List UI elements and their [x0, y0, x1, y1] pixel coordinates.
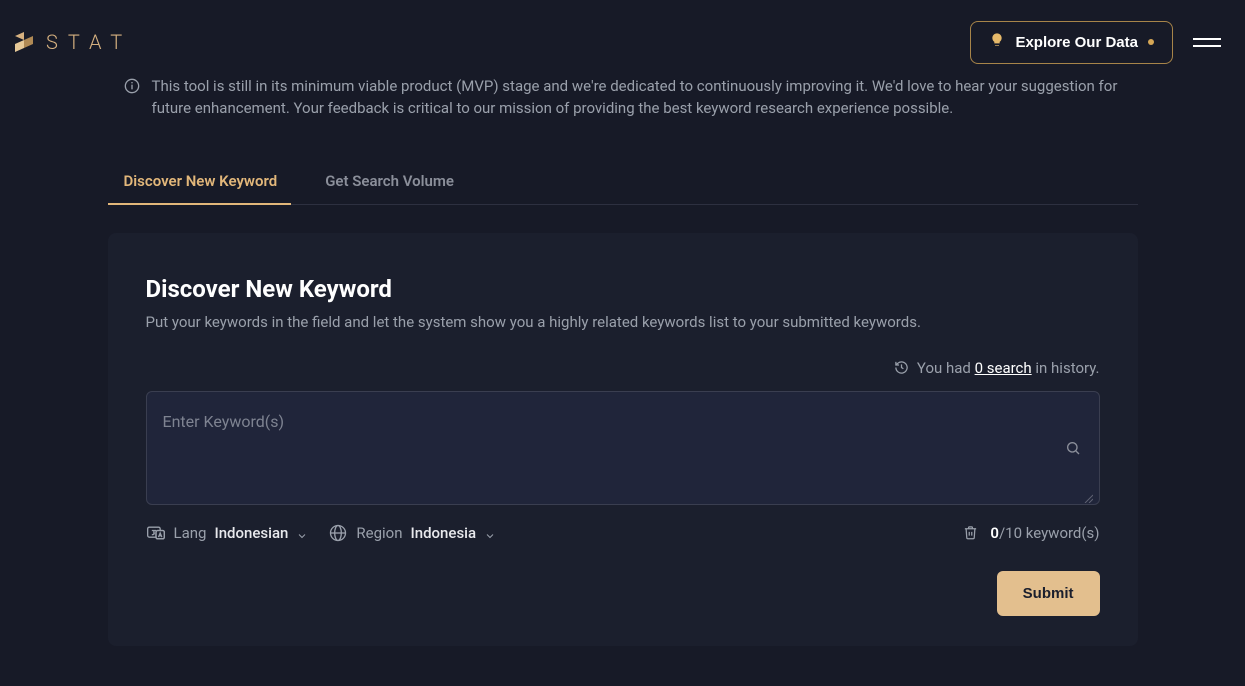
- lang-label: Lang: [174, 524, 207, 542]
- panel-description: Put your keywords in the field and let t…: [146, 313, 1100, 331]
- controls-left: Lang Indonesian Region I: [146, 523, 495, 543]
- explore-data-button[interactable]: Explore Our Data: [970, 21, 1173, 64]
- tab-volume-label: Get Search Volume: [325, 172, 454, 190]
- language-icon: [146, 523, 166, 543]
- history-row: You had 0 search in history.: [146, 359, 1100, 377]
- history-prefix: You had: [917, 359, 975, 377]
- notification-dot-icon: [1148, 39, 1154, 45]
- tab-search-volume[interactable]: Get Search Volume: [325, 160, 454, 204]
- keyword-input-wrap: [146, 391, 1100, 505]
- lang-value: Indonesian: [214, 524, 288, 542]
- explore-data-label: Explore Our Data: [1015, 34, 1138, 51]
- keyword-count: 0/10 keyword(s): [990, 524, 1099, 542]
- discover-panel: Discover New Keyword Put your keywords i…: [108, 233, 1138, 646]
- history-icon: [894, 360, 909, 375]
- controls-row: Lang Indonesian Region I: [146, 523, 1100, 543]
- chevron-down-icon: [296, 528, 306, 538]
- history-suffix: in history.: [1032, 359, 1100, 377]
- submit-button[interactable]: Submit: [997, 571, 1100, 616]
- brand-text: STAT: [46, 30, 132, 54]
- history-link[interactable]: 0 search: [975, 359, 1032, 377]
- mvp-notice: This tool is still in its minimum viable…: [108, 60, 1138, 120]
- search-icon: [1065, 440, 1081, 456]
- menu-button[interactable]: [1193, 38, 1221, 47]
- header-right: Explore Our Data: [970, 21, 1221, 64]
- logo-mark-icon: [12, 30, 36, 54]
- controls-right: 0/10 keyword(s): [963, 524, 1099, 542]
- tab-discover-keyword[interactable]: Discover New Keyword: [124, 160, 278, 204]
- notice-text: This tool is still in its minimum viable…: [152, 76, 1138, 120]
- count-max: /10 keyword(s): [999, 524, 1100, 542]
- globe-icon: [328, 523, 348, 543]
- panel-title: Discover New Keyword: [146, 275, 1100, 303]
- keyword-input[interactable]: [147, 392, 1099, 500]
- region-selector[interactable]: Region Indonesia: [328, 523, 494, 543]
- region-value: Indonesia: [411, 524, 477, 542]
- clear-button[interactable]: [963, 525, 978, 540]
- main-container: This tool is still in its minimum viable…: [108, 60, 1138, 686]
- submit-row: Submit: [146, 571, 1100, 616]
- count-current: 0: [990, 524, 999, 542]
- lightbulb-icon: [989, 32, 1005, 53]
- region-label: Region: [356, 524, 402, 542]
- chevron-down-icon: [484, 528, 494, 538]
- logo[interactable]: STAT: [12, 30, 132, 54]
- tab-discover-label: Discover New Keyword: [124, 172, 278, 190]
- header: STAT Explore Our Data: [0, 0, 1245, 60]
- language-selector[interactable]: Lang Indonesian: [146, 523, 307, 543]
- info-icon: [124, 78, 140, 94]
- tabs: Discover New Keyword Get Search Volume: [108, 160, 1138, 205]
